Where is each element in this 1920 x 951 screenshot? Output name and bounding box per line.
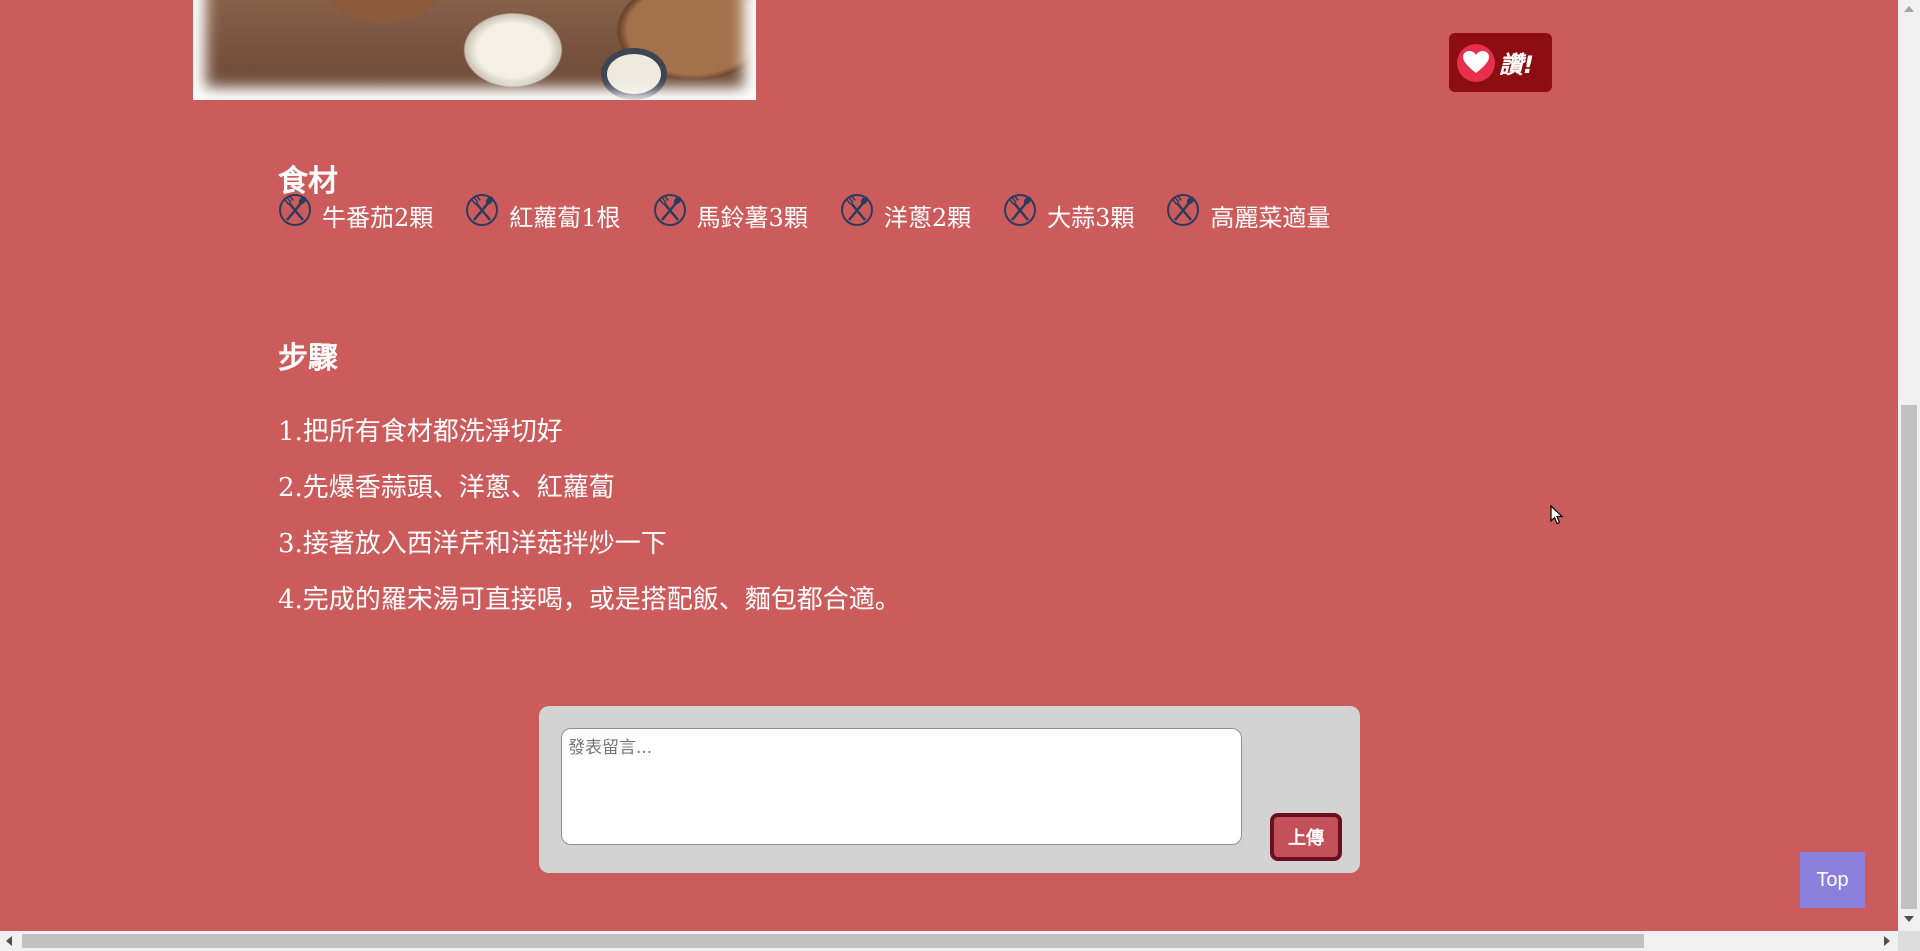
scroll-right-arrow-icon[interactable] bbox=[1884, 936, 1890, 946]
ingredient-label: 馬鈴薯3顆 bbox=[696, 204, 808, 232]
horizontal-scrollbar[interactable] bbox=[0, 931, 1898, 951]
ingredient-label: 紅蘿蔔1根 bbox=[509, 204, 621, 232]
utensils-icon bbox=[653, 193, 686, 226]
step-item: 3.接著放入西洋芹和洋菇拌炒一下 bbox=[278, 529, 667, 559]
comment-panel: 上傳 bbox=[539, 706, 1360, 873]
horizontal-scroll-thumb[interactable] bbox=[22, 934, 1644, 948]
step-item: 1.把所有食材都洗淨切好 bbox=[278, 417, 563, 447]
like-button[interactable]: 讚! bbox=[1449, 33, 1552, 92]
utensils-icon bbox=[840, 193, 873, 226]
like-label: 讚! bbox=[1499, 51, 1534, 79]
scroll-up-arrow-icon[interactable] bbox=[1904, 6, 1914, 12]
ingredient-list: 牛番茄2顆 紅蘿蔔1根 馬鈴薯3顆 洋蔥2顆 大蒜3顆 高麗菜適量 bbox=[278, 193, 1362, 233]
scrollbar-corner bbox=[1898, 931, 1920, 951]
mouse-cursor-icon bbox=[1550, 505, 1564, 525]
step-list: 1.把所有食材都洗淨切好 2.先爆香蒜頭、洋蔥、紅蘿蔔 3.接著放入西洋芹和洋菇… bbox=[278, 412, 901, 636]
utensils-icon bbox=[1167, 193, 1200, 226]
scroll-down-arrow-icon[interactable] bbox=[1904, 916, 1914, 922]
heart-icon bbox=[1457, 43, 1495, 82]
ingredient-label: 洋蔥2顆 bbox=[883, 204, 972, 232]
comment-textarea[interactable] bbox=[561, 728, 1242, 845]
step-item: 2.先爆香蒜頭、洋蔥、紅蘿蔔 bbox=[278, 473, 615, 503]
vertical-scroll-thumb[interactable] bbox=[1901, 405, 1917, 909]
utensils-icon bbox=[279, 193, 311, 226]
ingredient-item: 牛番茄2顆 bbox=[278, 193, 434, 233]
step-item: 4.完成的羅宋湯可直接喝，或是搭配飯、麵包都合適。 bbox=[278, 585, 901, 615]
ingredient-item: 馬鈴薯3顆 bbox=[653, 193, 808, 233]
back-to-top-button[interactable]: Top bbox=[1800, 852, 1865, 908]
steps-title: 步驟 bbox=[278, 341, 338, 376]
ingredient-item: 紅蘿蔔1根 bbox=[465, 193, 621, 233]
ingredient-item: 高麗菜適量 bbox=[1166, 193, 1331, 233]
page: 讚! 食材 牛番茄2顆 紅蘿蔔1根 馬鈴薯3顆 洋蔥2顆 大蒜3顆 高麗菜適量 … bbox=[0, 0, 1898, 931]
scroll-left-arrow-icon[interactable] bbox=[6, 936, 12, 946]
ingredient-label: 牛番茄2顆 bbox=[322, 204, 434, 232]
utensils-icon bbox=[466, 193, 499, 226]
ingredient-item: 洋蔥2顆 bbox=[840, 193, 972, 233]
upload-button[interactable]: 上傳 bbox=[1270, 813, 1342, 861]
vertical-scrollbar[interactable] bbox=[1898, 0, 1920, 931]
ingredient-item: 大蒜3顆 bbox=[1003, 193, 1135, 233]
ingredient-label: 大蒜3顆 bbox=[1047, 204, 1135, 232]
food-photo bbox=[193, 0, 756, 100]
utensils-icon bbox=[1004, 193, 1037, 226]
ingredient-label: 高麗菜適量 bbox=[1210, 204, 1331, 232]
